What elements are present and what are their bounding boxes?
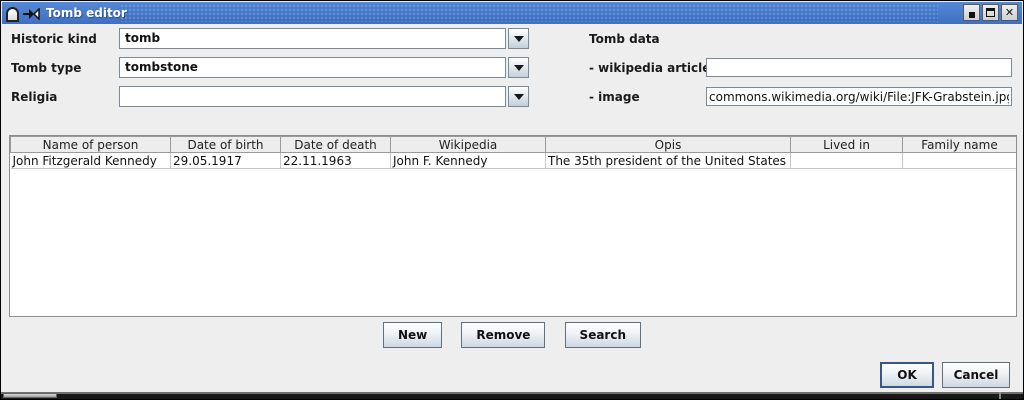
column-header[interactable]: Wikipedia [391, 137, 546, 153]
table-cell: 29.05.1917 [171, 153, 281, 169]
chevron-down-icon[interactable] [508, 28, 529, 49]
column-header[interactable]: Family name [903, 137, 1017, 153]
resize-handle[interactable] [3, 393, 57, 398]
table-header-row: Name of personDate of birthDate of death… [11, 137, 1017, 153]
column-header[interactable]: Lived in [791, 137, 903, 153]
window-title: Tomb editor [46, 6, 127, 20]
titlebar-texture [120, 4, 938, 22]
religia-value[interactable] [119, 86, 506, 107]
historic-kind-combo[interactable]: tomb [119, 28, 529, 49]
tomb-table: Name of personDate of birthDate of death… [10, 136, 1017, 169]
image-label: - image [589, 90, 640, 104]
table-cell: 22.11.1963 [281, 153, 391, 169]
table-cell: John Fitzgerald Kennedy [11, 153, 171, 169]
wikipedia-article-label: - wikipedia article [589, 61, 710, 75]
resize-tick [999, 392, 1001, 399]
tomb-type-value[interactable]: tombstone [119, 57, 506, 78]
tomb-type-combo[interactable]: tombstone [119, 57, 529, 78]
column-header[interactable]: Opis [546, 137, 791, 153]
close-icon[interactable]: ✕ [1001, 4, 1018, 21]
historic-kind-value[interactable]: tomb [119, 28, 506, 49]
new-button[interactable]: New [383, 322, 442, 348]
column-header[interactable]: Name of person [11, 137, 171, 153]
tomb-type-label: Tomb type [11, 61, 81, 75]
table-cell [791, 153, 903, 169]
religia-combo[interactable] [119, 86, 529, 107]
remove-button[interactable]: Remove [461, 322, 545, 348]
search-button[interactable]: Search [565, 322, 641, 348]
ok-button[interactable]: OK [880, 362, 934, 388]
religia-label: Religia [11, 90, 57, 104]
cancel-button[interactable]: Cancel [942, 362, 1010, 388]
table-actions: New Remove Search [1, 322, 1023, 348]
image-input[interactable] [706, 87, 1012, 106]
window-bottom-frame [1, 392, 1023, 399]
tomb-data-section-title: Tomb data [589, 32, 660, 46]
titlebar[interactable]: Tomb editor ✕ [2, 2, 1022, 24]
table-cell: The 35th president of the United States [546, 153, 791, 169]
historic-kind-label: Historic kind [11, 32, 97, 46]
maximize-icon[interactable] [982, 4, 999, 21]
tomb-editor-window: Tomb editor ✕ Historic kind tomb Tomb ty… [0, 0, 1024, 400]
pin-icon[interactable] [23, 8, 40, 20]
minimize-icon[interactable] [963, 4, 980, 21]
tombstone-icon [6, 7, 19, 22]
column-header[interactable]: Date of birth [171, 137, 281, 153]
table-cell: John F. Kennedy [391, 153, 546, 169]
wikipedia-article-input[interactable] [706, 58, 1012, 77]
column-header[interactable]: Date of death [281, 137, 391, 153]
chevron-down-icon[interactable] [508, 86, 529, 107]
table-cell [903, 153, 1017, 169]
table-row[interactable]: John Fitzgerald Kennedy29.05.191722.11.1… [11, 153, 1017, 169]
chevron-down-icon[interactable] [508, 57, 529, 78]
table-scrollpane: Name of personDate of birthDate of death… [9, 135, 1017, 317]
